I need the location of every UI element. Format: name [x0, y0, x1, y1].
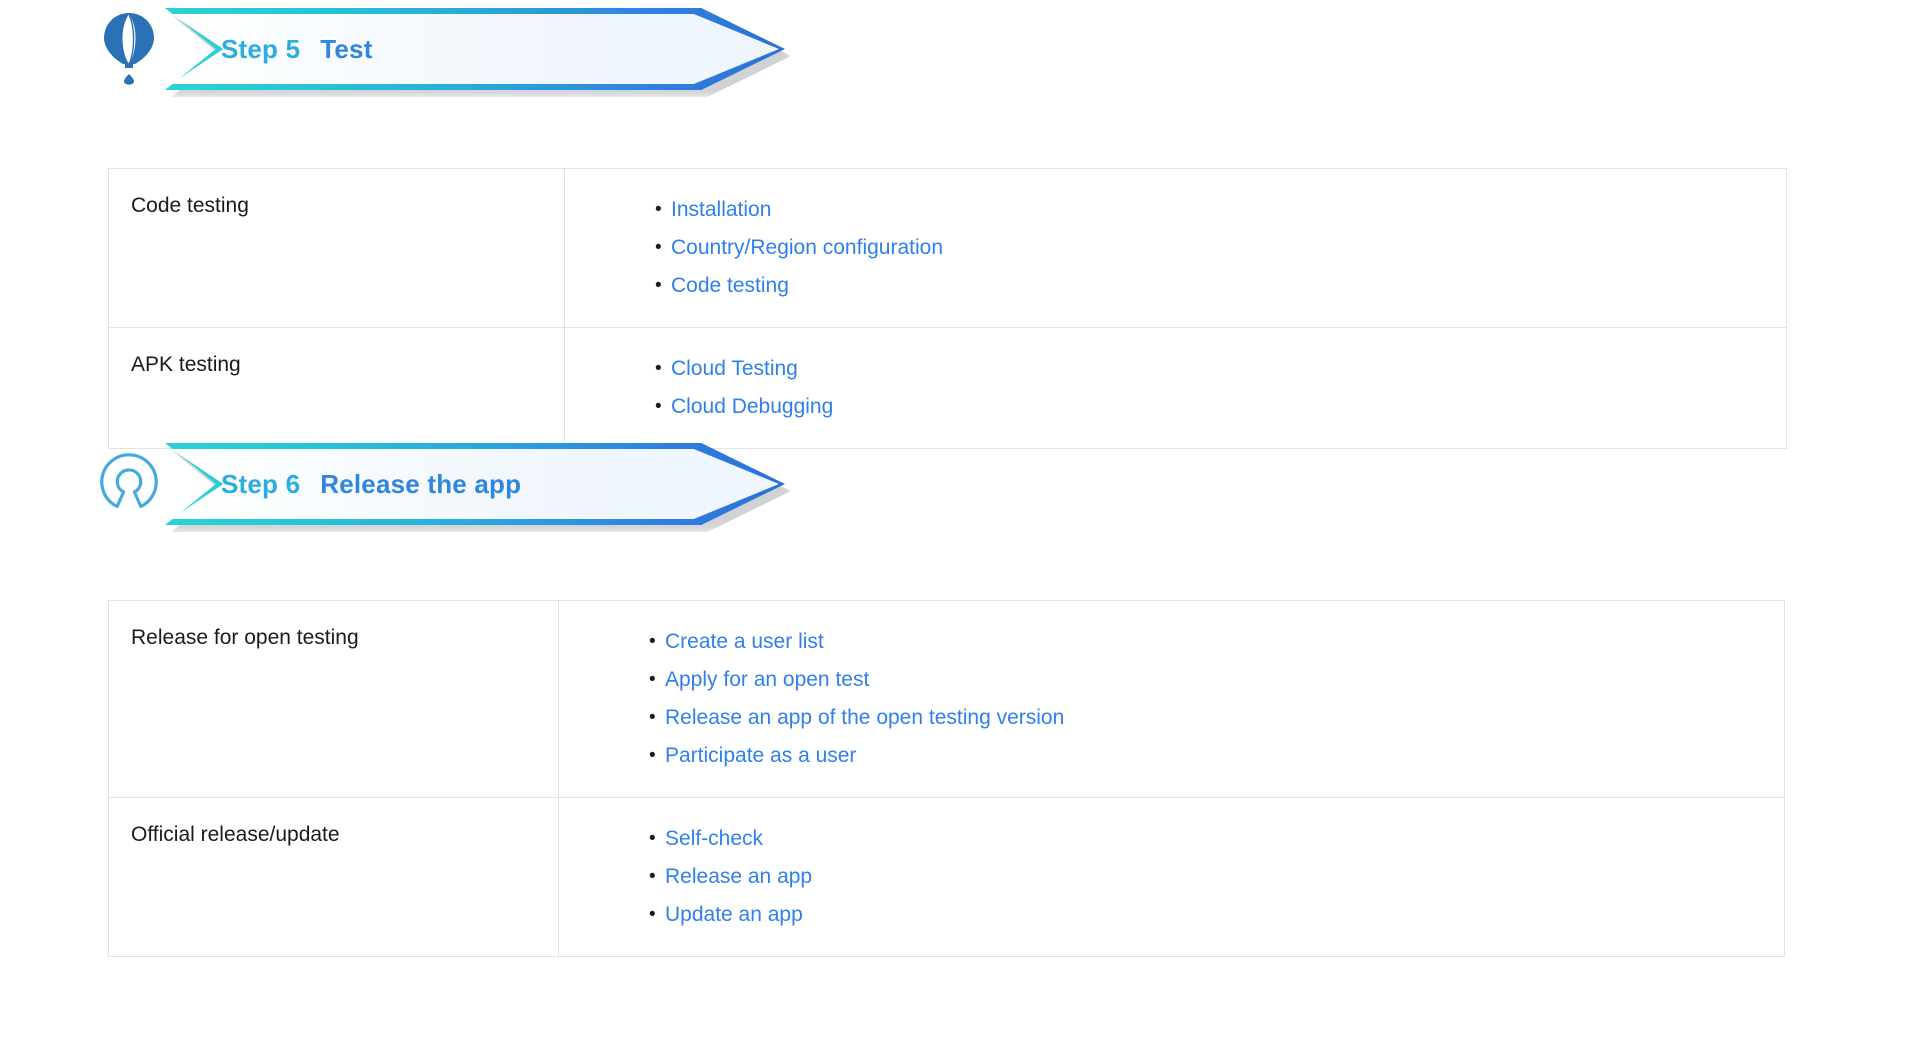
doc-link[interactable]: Participate as a user: [665, 744, 856, 767]
banner-label: Step 5 Test: [165, 8, 785, 90]
step-section-6: Step 6 Release the app Release for open …: [0, 435, 1922, 957]
doc-link[interactable]: Release an app: [665, 865, 812, 888]
row-links-cell: Installation Country/Region configuratio…: [564, 168, 1787, 328]
doc-link[interactable]: Country/Region configuration: [671, 236, 943, 259]
row-links-cell: Self-check Release an app Update an app: [558, 797, 1785, 957]
step-header-6: Step 6 Release the app: [0, 435, 1922, 532]
open-source-initiative-icon: [98, 444, 160, 522]
step-header-5: Step 5 Test: [0, 0, 1922, 97]
hot-air-balloon-icon: [98, 9, 160, 87]
table-row: Code testing Installation Country/Region…: [108, 168, 1787, 328]
link-list: Installation Country/Region configuratio…: [565, 191, 1786, 305]
doc-link[interactable]: Installation: [671, 198, 771, 221]
step-number: Step 5: [221, 33, 301, 64]
step-banner-5: Step 5 Test: [165, 8, 791, 97]
link-list: Self-check Release an app Update an app: [559, 820, 1784, 934]
banner-label: Step 6 Release the app: [165, 443, 785, 525]
row-label: Official release/update: [131, 823, 340, 846]
step-section-5: Step 5 Test Code testing Installation Co…: [0, 0, 1922, 449]
step-title: Test: [320, 33, 373, 64]
table-row: Official release/update Self-check Relea…: [108, 797, 1785, 957]
step-number: Step 6: [221, 468, 301, 499]
list-item: Update an app: [559, 896, 1784, 934]
list-item: Country/Region configuration: [565, 229, 1786, 267]
document-page: Step 5 Test Code testing Installation Co…: [0, 0, 1922, 1042]
list-item: Participate as a user: [559, 737, 1784, 775]
row-label-cell: APK testing: [108, 327, 565, 449]
list-item: Release an app: [559, 858, 1784, 896]
list-item: Installation: [565, 191, 1786, 229]
row-links-cell: Cloud Testing Cloud Debugging: [564, 327, 1787, 449]
doc-link[interactable]: Apply for an open test: [665, 668, 869, 691]
list-item: Cloud Debugging: [565, 388, 1786, 426]
list-item: Release an app of the open testing versi…: [559, 699, 1784, 737]
doc-link[interactable]: Create a user list: [665, 630, 824, 653]
doc-link[interactable]: Cloud Debugging: [671, 395, 833, 418]
row-label-cell: Code testing: [108, 168, 565, 328]
step-banner-6: Step 6 Release the app: [165, 443, 791, 532]
row-label: APK testing: [131, 353, 241, 376]
link-list: Create a user list Apply for an open tes…: [559, 623, 1784, 775]
step-title: Release the app: [320, 468, 522, 499]
list-item: Code testing: [565, 267, 1786, 305]
row-links-cell: Create a user list Apply for an open tes…: [558, 600, 1785, 798]
table-row: APK testing Cloud Testing Cloud Debuggin…: [108, 327, 1787, 449]
row-label: Release for open testing: [131, 626, 359, 649]
doc-link[interactable]: Cloud Testing: [671, 357, 798, 380]
list-item: Cloud Testing: [565, 350, 1786, 388]
link-list: Cloud Testing Cloud Debugging: [565, 350, 1786, 426]
list-item: Self-check: [559, 820, 1784, 858]
step-5-table: Code testing Installation Country/Region…: [108, 168, 1787, 449]
row-label: Code testing: [131, 194, 249, 217]
list-item: Apply for an open test: [559, 661, 1784, 699]
doc-link[interactable]: Update an app: [665, 903, 803, 926]
doc-link[interactable]: Self-check: [665, 827, 763, 850]
doc-link[interactable]: Release an app of the open testing versi…: [665, 706, 1064, 729]
step-6-table: Release for open testing Create a user l…: [108, 600, 1785, 957]
table-row: Release for open testing Create a user l…: [108, 600, 1785, 798]
list-item: Create a user list: [559, 623, 1784, 661]
row-label-cell: Official release/update: [108, 797, 559, 957]
doc-link[interactable]: Code testing: [671, 274, 789, 297]
row-label-cell: Release for open testing: [108, 600, 559, 798]
